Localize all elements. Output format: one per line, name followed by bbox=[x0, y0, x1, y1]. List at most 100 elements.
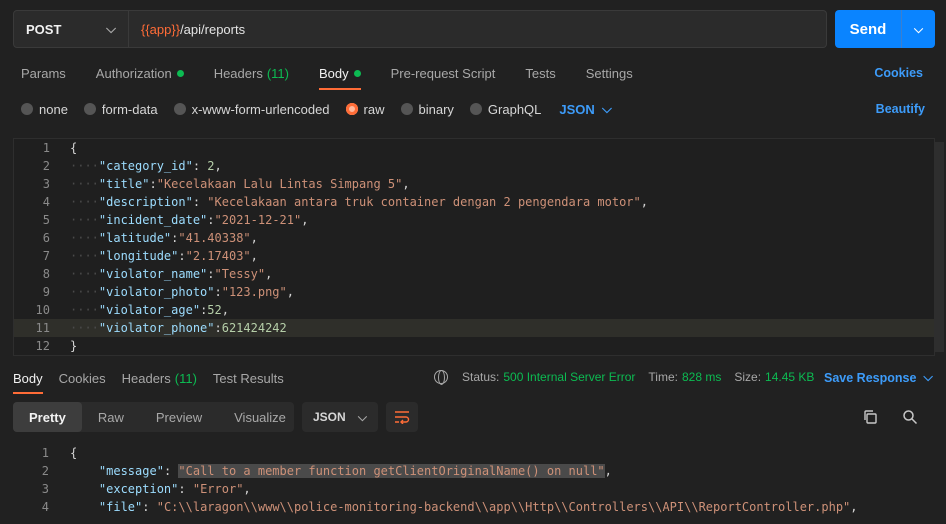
radio-binary[interactable]: binary bbox=[400, 102, 454, 117]
view-mode-group: Pretty Raw Preview Visualize bbox=[13, 402, 294, 432]
json-comma: , bbox=[265, 267, 273, 281]
tab-headers[interactable]: Headers (11) bbox=[214, 58, 289, 88]
indent: ···· bbox=[70, 285, 99, 299]
cookies-link[interactable]: Cookies bbox=[874, 66, 923, 80]
json-separator: : bbox=[163, 464, 179, 478]
resp-tab-body[interactable]: Body bbox=[13, 366, 43, 394]
line-number: 9 bbox=[42, 285, 50, 299]
response-format-select[interactable]: JSON ⌵ bbox=[302, 402, 378, 432]
json-key: "message" bbox=[98, 464, 164, 478]
code-line: 4 ····"description": "Kecelakaan antara t… bbox=[14, 193, 934, 211]
code-text: ····"incident_date":"2021-12-21", bbox=[64, 211, 308, 229]
code-text: ····"description": "Kecelakaan antara tr… bbox=[64, 193, 648, 211]
json-value: 621424242 bbox=[221, 321, 287, 335]
indent: ···· bbox=[70, 249, 99, 263]
code-line: 3 ····"title":"Kecelakaan Lalu Lintas Sim… bbox=[14, 175, 934, 193]
json-comma: , bbox=[604, 464, 612, 478]
response-body-viewer[interactable]: 1{2 "message": "Call to a member functio… bbox=[0, 444, 946, 524]
resp-tab-test-results[interactable]: Test Results bbox=[213, 366, 284, 390]
indent: ···· bbox=[70, 267, 99, 281]
radio-x-www-form-urlencoded[interactable]: x-www-form-urlencoded bbox=[173, 102, 330, 117]
view-visualize[interactable]: Visualize bbox=[218, 402, 302, 432]
json-separator: : bbox=[192, 195, 208, 209]
size-value[interactable]: 14.45 KB bbox=[765, 370, 814, 384]
time-value[interactable]: 828 ms bbox=[682, 370, 721, 384]
copy-icon[interactable] bbox=[862, 409, 878, 425]
radio-graphql[interactable]: GraphQL bbox=[469, 102, 541, 117]
json-value: "2.17403" bbox=[185, 249, 251, 263]
json-value: "Kecelakaan Lalu Lintas Simpang 5" bbox=[156, 177, 403, 191]
code-line: 2 "message": "Call to a member function … bbox=[0, 462, 946, 480]
json-comma: , bbox=[301, 213, 309, 227]
request-body-editor[interactable]: 1 {2 ····"category_id": 2, 3 ····"title":"Ke… bbox=[13, 138, 935, 356]
json-value: "Tessy" bbox=[214, 267, 266, 281]
indent: ···· bbox=[70, 213, 99, 227]
tab-settings[interactable]: Settings bbox=[586, 58, 633, 88]
wrap-lines-button[interactable] bbox=[386, 402, 418, 432]
indent: ···· bbox=[70, 231, 99, 245]
request-tabs: Params Authorization Headers (11) Body Pr… bbox=[0, 58, 946, 90]
tab-tests[interactable]: Tests bbox=[525, 58, 555, 88]
beautify-link[interactable]: Beautify bbox=[876, 102, 925, 116]
json-value: "41.40338" bbox=[178, 231, 251, 245]
send-options-button[interactable]: ⌵ bbox=[902, 10, 935, 48]
indent: ···· bbox=[70, 195, 99, 209]
view-raw[interactable]: Raw bbox=[82, 402, 140, 432]
code-line: 2 ····"category_id": 2, bbox=[14, 157, 934, 175]
tab-authorization[interactable]: Authorization bbox=[96, 58, 184, 88]
code-text: "exception": "Error", bbox=[63, 480, 251, 498]
radio-raw[interactable]: raw bbox=[345, 102, 385, 117]
line-number: 1 bbox=[42, 141, 50, 155]
radio-icon bbox=[173, 103, 186, 115]
code-text: "file": "C:\\laragon\\www\\police-monito… bbox=[63, 498, 858, 516]
tab-params[interactable]: Params bbox=[21, 58, 66, 88]
resp-tab-headers[interactable]: Headers (11) bbox=[122, 366, 197, 390]
code-text: { bbox=[63, 444, 77, 462]
view-pretty[interactable]: Pretty bbox=[13, 402, 82, 432]
json-separator: : bbox=[207, 267, 215, 281]
json-separator: : bbox=[207, 213, 215, 227]
search-icon[interactable] bbox=[902, 409, 918, 425]
send-button[interactable]: Send bbox=[835, 10, 902, 48]
code-line: 7 ····"longitude":"2.17403", bbox=[14, 247, 934, 265]
line-number: 7 bbox=[42, 249, 50, 263]
json-key: "file" bbox=[98, 500, 143, 514]
chevron-down-icon: ⌵ bbox=[357, 409, 367, 424]
globe-icon[interactable] bbox=[434, 370, 448, 385]
json-key: "violator_photo" bbox=[98, 285, 215, 299]
code-text: { bbox=[64, 139, 77, 157]
json-comma: , bbox=[221, 303, 229, 317]
body-format-select[interactable]: JSON ⌵ bbox=[559, 101, 612, 117]
save-response-button[interactable]: Save Response ⌵ bbox=[824, 370, 933, 385]
json-comma: , bbox=[850, 500, 858, 514]
json-key: "latitude" bbox=[98, 231, 172, 245]
tab-pre-request-script[interactable]: Pre-request Script bbox=[391, 58, 496, 88]
tab-body[interactable]: Body bbox=[318, 58, 361, 90]
code-line: 4 "file": "C:\\laragon\\www\\police-moni… bbox=[0, 498, 946, 516]
headers-count: (11) bbox=[266, 65, 289, 81]
json-key: "description" bbox=[98, 195, 193, 209]
line-number: 8 bbox=[42, 267, 50, 281]
radio-none[interactable]: none bbox=[21, 102, 68, 117]
status-value[interactable]: 500 Internal Server Error bbox=[503, 370, 635, 384]
json-separator: : bbox=[178, 482, 193, 496]
radio-form-data[interactable]: form-data bbox=[83, 102, 158, 117]
line-number: 11 bbox=[35, 321, 50, 335]
indent: ···· bbox=[70, 303, 99, 317]
json-value: "123.png" bbox=[221, 285, 287, 299]
json-separator: : bbox=[214, 321, 222, 335]
json-value: "Call to a member function getClientOrig… bbox=[178, 464, 605, 478]
json-comma: , bbox=[250, 249, 258, 263]
editor-scrollbar[interactable] bbox=[934, 142, 944, 352]
json-key: "violator_phone" bbox=[98, 321, 215, 335]
indent: ···· bbox=[70, 177, 99, 191]
resp-tab-cookies[interactable]: Cookies bbox=[59, 366, 106, 390]
view-preview[interactable]: Preview bbox=[140, 402, 218, 432]
method-select[interactable]: POST ⌵ bbox=[13, 10, 129, 48]
json-comma: , bbox=[286, 285, 294, 299]
code-text: ····"violator_phone":621424242 bbox=[64, 319, 287, 337]
line-number: 4 bbox=[41, 500, 49, 514]
json-value: "Kecelakaan antara truk container dengan… bbox=[207, 195, 641, 209]
url-input[interactable]: {{app}}/api/reports bbox=[129, 10, 827, 48]
